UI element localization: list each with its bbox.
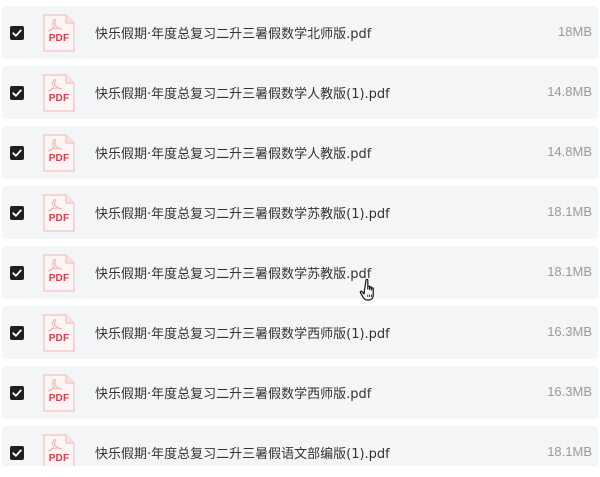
file-size: 14.8MB: [547, 144, 592, 159]
file-name[interactable]: 快乐假期·年度总复习二升三暑假数学人教版.pdf: [95, 143, 371, 162]
file-size: 14.8MB: [547, 84, 592, 99]
checkbox-checked-icon[interactable]: [10, 446, 24, 460]
checkbox-checked-icon[interactable]: [10, 326, 24, 340]
file-row[interactable]: PDF 快乐假期·年度总复习二升三暑假数学人教版.pdf 14.8MB: [2, 126, 598, 179]
pdf-file-icon: PDF: [43, 14, 75, 52]
checkbox-checked-icon[interactable]: [10, 386, 24, 400]
file-size: 18.1MB: [547, 444, 592, 459]
file-row[interactable]: PDF 快乐假期·年度总复习二升三暑假数学西师版(1).pdf 16.3MB: [2, 306, 598, 359]
file-size: 18MB: [558, 24, 592, 39]
pdf-label: PDF: [48, 93, 70, 104]
file-row[interactable]: PDF 快乐假期·年度总复习二升三暑假数学人教版(1).pdf 14.8MB: [2, 66, 598, 119]
file-row[interactable]: PDF 快乐假期·年度总复习二升三暑假数学苏教版(1).pdf 18.1MB: [2, 186, 598, 239]
file-name[interactable]: 快乐假期·年度总复习二升三暑假数学西师版(1).pdf: [95, 323, 390, 342]
file-name[interactable]: 快乐假期·年度总复习二升三暑假数学人教版(1).pdf: [95, 83, 390, 102]
pdf-file-icon: PDF: [43, 314, 75, 352]
checkbox-checked-icon[interactable]: [10, 146, 24, 160]
file-name[interactable]: 快乐假期·年度总复习二升三暑假数学苏教版(1).pdf: [95, 203, 390, 222]
checkbox-checked-icon[interactable]: [10, 206, 24, 220]
file-row[interactable]: PDF 快乐假期·年度总复习二升三暑假数学北师版.pdf 18MB: [2, 6, 598, 59]
file-size: 16.3MB: [547, 384, 592, 399]
file-row[interactable]: PDF 快乐假期·年度总复习二升三暑假数学苏教版.pdf 18.1MB: [2, 246, 598, 299]
pdf-label: PDF: [48, 213, 70, 224]
pdf-label: PDF: [48, 273, 70, 284]
file-name[interactable]: 快乐假期·年度总复习二升三暑假语文部编版(1).pdf: [95, 443, 390, 462]
checkbox-checked-icon[interactable]: [10, 266, 24, 280]
pdf-file-icon: PDF: [43, 194, 75, 232]
pdf-file-icon: PDF: [43, 134, 75, 172]
file-name[interactable]: 快乐假期·年度总复习二升三暑假数学苏教版.pdf: [95, 263, 371, 282]
file-list: PDF 快乐假期·年度总复习二升三暑假数学北师版.pdf 18MB PDF 快乐…: [0, 0, 600, 466]
pdf-label: PDF: [48, 333, 70, 344]
file-size: 18.1MB: [547, 204, 592, 219]
file-row[interactable]: PDF 快乐假期·年度总复习二升三暑假数学西师版.pdf 16.3MB: [2, 366, 598, 419]
pdf-label: PDF: [48, 153, 70, 164]
pdf-label: PDF: [48, 33, 70, 44]
checkbox-checked-icon[interactable]: [10, 86, 24, 100]
pdf-file-icon: PDF: [43, 254, 75, 292]
file-size: 16.3MB: [547, 324, 592, 339]
pdf-label: PDF: [48, 393, 70, 404]
pdf-file-icon: PDF: [43, 374, 75, 412]
pdf-file-icon: PDF: [43, 74, 75, 112]
file-size: 18.1MB: [547, 264, 592, 279]
file-row[interactable]: PDF 快乐假期·年度总复习二升三暑假语文部编版(1).pdf 18.1MB: [2, 426, 598, 466]
pdf-label: PDF: [48, 453, 70, 464]
file-name[interactable]: 快乐假期·年度总复习二升三暑假数学西师版.pdf: [95, 383, 371, 402]
file-name[interactable]: 快乐假期·年度总复习二升三暑假数学北师版.pdf: [95, 23, 371, 42]
checkbox-checked-icon[interactable]: [10, 26, 24, 40]
pdf-file-icon: PDF: [43, 434, 75, 466]
